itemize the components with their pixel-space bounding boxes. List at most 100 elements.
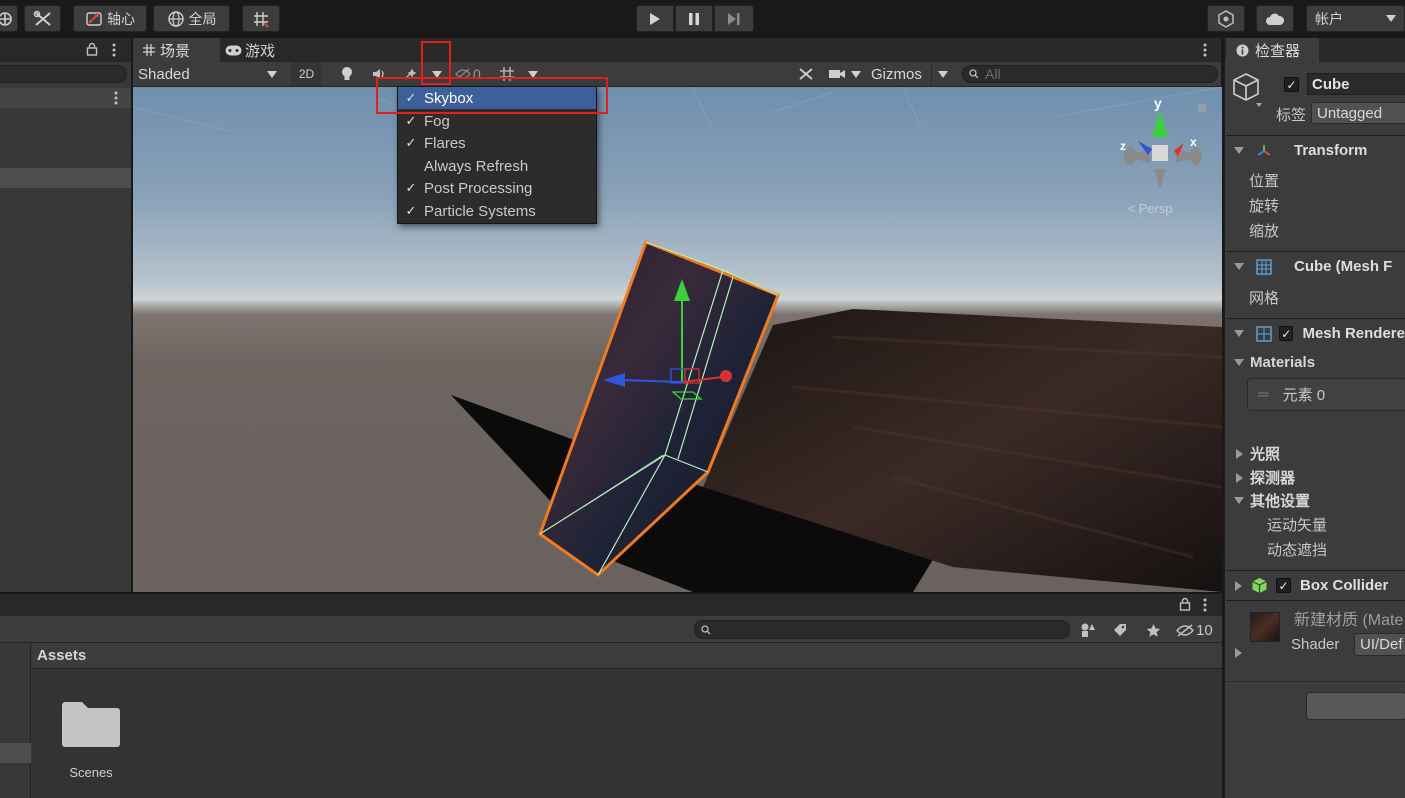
- filter-by-type-button[interactable]: [1075, 619, 1101, 641]
- expand-arrow-icon: [1234, 147, 1244, 154]
- kebab-menu-icon[interactable]: [1203, 598, 1207, 612]
- lighting-foldout[interactable]: 光照: [1236, 443, 1280, 464]
- filter-by-label-button[interactable]: [1107, 619, 1133, 641]
- shader-dropdown[interactable]: UI/Def: [1354, 633, 1405, 656]
- chevron-down-icon: [937, 70, 948, 78]
- scene-tools-button[interactable]: [792, 62, 819, 86]
- check-icon: ✓: [405, 180, 417, 195]
- drag-handle-icon[interactable]: ═: [1258, 386, 1269, 403]
- check-icon: ✓: [405, 113, 417, 128]
- shading-mode-dropdown[interactable]: Shaded: [133, 62, 285, 86]
- material-element-row[interactable]: ═ 元素 0: [1247, 378, 1405, 411]
- toggle-2d-button[interactable]: 2D: [291, 62, 322, 86]
- menu-item-label: Always Refresh: [424, 157, 529, 175]
- tag-label: 标签: [1276, 107, 1307, 124]
- material-foldout-arrow-icon[interactable]: [1235, 648, 1242, 658]
- menu-item-flares[interactable]: ✓ Flares: [398, 132, 596, 154]
- active-checkbox[interactable]: ✓: [1284, 77, 1299, 92]
- collab-button[interactable]: [1207, 5, 1245, 32]
- project-tree-selected[interactable]: [0, 743, 31, 763]
- scene-kebab-icon[interactable]: [1203, 43, 1207, 57]
- favorites-button[interactable]: [1140, 619, 1166, 641]
- wrench-cross-icon: [33, 10, 53, 28]
- gizmos-dropdown-arrow[interactable]: [931, 62, 953, 86]
- hidden-packages-count: 10: [1196, 621, 1213, 639]
- lock-icon[interactable]: [86, 42, 98, 56]
- material-name: 新建材质 (Mate: [1294, 612, 1404, 629]
- gizmo-x-label: x: [1190, 135, 1197, 149]
- scene-menu-icon[interactable]: [114, 91, 118, 105]
- hidden-packages-toggle[interactable]: 10: [1176, 619, 1222, 641]
- cube-object-icon: [1232, 72, 1264, 108]
- hierarchy-panel: [0, 38, 131, 592]
- folder-name: Scenes: [69, 765, 113, 780]
- folder-item-scenes[interactable]: Scenes: [55, 695, 127, 785]
- mesh-renderer-enabled-checkbox[interactable]: ✓: [1279, 326, 1294, 341]
- tab-inspector[interactable]: 检查器: [1226, 38, 1319, 62]
- scene-viewport[interactable]: y z x < Persp: [133, 87, 1222, 592]
- lighting-toggle[interactable]: [333, 62, 360, 86]
- global-toggle-button[interactable]: 全局: [153, 5, 230, 32]
- probes-foldout[interactable]: 探测器: [1236, 467, 1295, 488]
- menu-item-particle-systems[interactable]: ✓ Particle Systems: [398, 200, 596, 222]
- account-dropdown[interactable]: 帐户: [1306, 5, 1405, 32]
- menu-item-always-refresh[interactable]: Always Refresh: [398, 155, 596, 177]
- pause-button[interactable]: [675, 5, 713, 32]
- globe-icon: [167, 10, 185, 28]
- object-name-field[interactable]: Cube: [1307, 73, 1405, 95]
- other-settings-foldout[interactable]: 其他设置: [1234, 490, 1310, 511]
- box-collider-enabled-checkbox[interactable]: ✓: [1276, 578, 1291, 593]
- step-button[interactable]: [714, 5, 754, 32]
- tag-value: Untagged: [1317, 104, 1383, 122]
- pivot-icon: [85, 11, 103, 27]
- scale-label: 缩放: [1249, 223, 1280, 240]
- kebab-menu-icon[interactable]: [112, 43, 116, 57]
- expand-arrow-icon: [1234, 359, 1244, 366]
- element-label: 元素 0: [1282, 387, 1326, 404]
- box-collider-title: Box Collider: [1300, 577, 1389, 594]
- menu-item-label: Post Processing: [424, 179, 533, 197]
- play-button[interactable]: [636, 5, 674, 32]
- scene-render: [133, 87, 1222, 592]
- add-component-button[interactable]: [1306, 692, 1405, 720]
- materials-foldout[interactable]: Materials: [1234, 354, 1315, 371]
- hierarchy-selected-row[interactable]: [0, 168, 131, 188]
- box-collider-icon: [1251, 577, 1268, 594]
- gizmos-button[interactable]: Gizmos: [867, 62, 929, 86]
- menu-item-post-processing[interactable]: ✓ Post Processing: [398, 177, 596, 199]
- box-collider-header[interactable]: ✓ Box Collider: [1226, 570, 1405, 600]
- divider: [1226, 681, 1405, 682]
- materials-label: Materials: [1250, 354, 1316, 371]
- mesh-filter-header[interactable]: Cube (Mesh F: [1226, 251, 1405, 281]
- tools-button[interactable]: [24, 5, 61, 32]
- persp-label: Persp: [1138, 201, 1173, 216]
- camera-settings-dropdown[interactable]: [824, 62, 864, 86]
- toggle-2d-label: 2D: [298, 67, 315, 81]
- tab-game[interactable]: 游戏: [222, 38, 300, 62]
- expand-arrow-icon: [1234, 263, 1244, 270]
- project-search-field[interactable]: [694, 620, 1070, 639]
- shading-mode-value: Shaded: [138, 65, 190, 83]
- persp-toggle[interactable]: < Persp: [1128, 201, 1173, 216]
- menu-item-label: Particle Systems: [424, 202, 536, 220]
- material-thumbnail: [1250, 612, 1280, 642]
- tag-dropdown[interactable]: Untagged: [1311, 102, 1405, 124]
- search-icon: [701, 624, 711, 635]
- cloud-button[interactable]: [1256, 5, 1294, 32]
- tab-scene[interactable]: 场景: [133, 38, 220, 62]
- pivot-toggle-button[interactable]: 轴心: [73, 5, 147, 32]
- assets-breadcrumb[interactable]: Assets: [37, 647, 86, 664]
- hierarchy-search-field[interactable]: [0, 65, 127, 83]
- position-label: 位置: [1249, 173, 1280, 190]
- chevron-down-icon: [1386, 15, 1396, 22]
- scene-search-field[interactable]: All: [962, 65, 1218, 83]
- grid-snap-button[interactable]: [242, 5, 280, 32]
- grid-snap-icon: [252, 10, 270, 28]
- mesh-renderer-header[interactable]: ✓ Mesh Rendere: [1226, 318, 1405, 348]
- scene-orientation-gizmo[interactable]: y z x < Persp: [1118, 95, 1208, 216]
- transform-header[interactable]: Transform: [1226, 135, 1405, 165]
- lock-icon[interactable]: [1179, 597, 1191, 611]
- move-tool-button[interactable]: [0, 5, 18, 32]
- shader-label: Shader: [1291, 636, 1340, 653]
- chevron-down-icon: [850, 70, 861, 78]
